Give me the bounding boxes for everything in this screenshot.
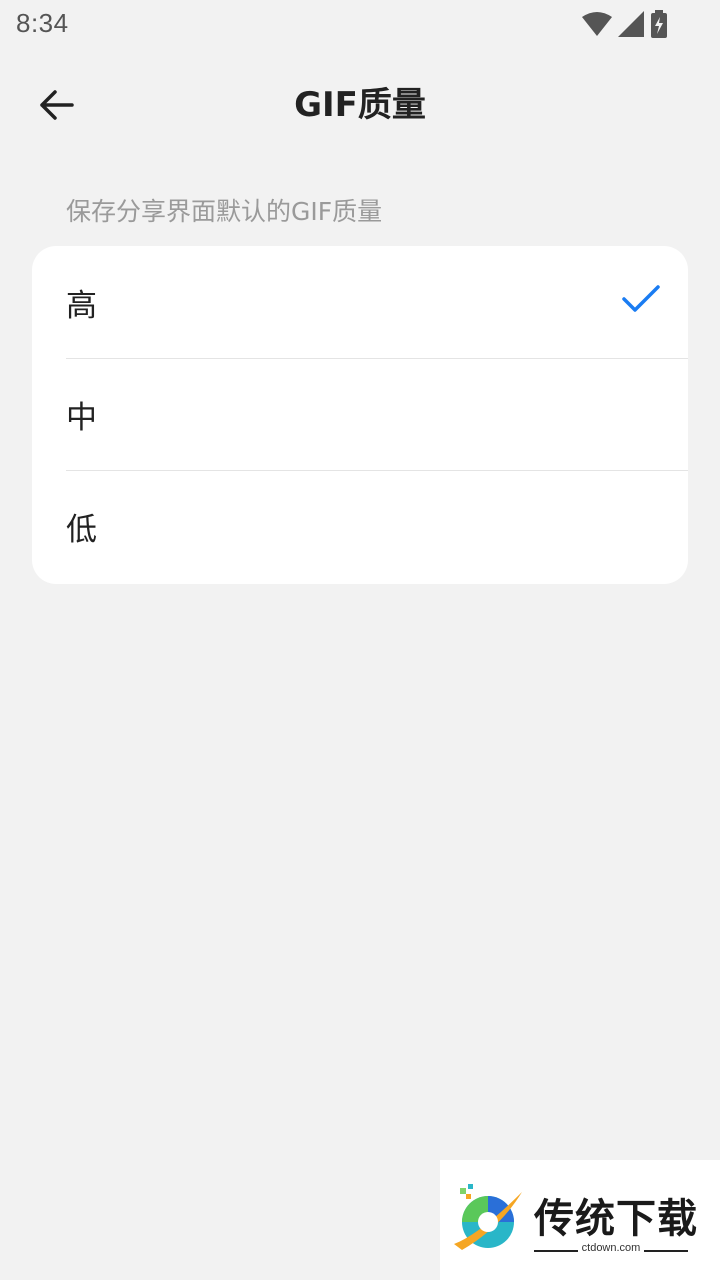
status-time: 8:34: [16, 8, 69, 38]
page-title: GIF质量: [294, 85, 426, 125]
status-bar: 8:34: [0, 0, 720, 50]
option-label: 中: [66, 399, 97, 436]
signal-icon: [618, 11, 644, 37]
option-label: 高: [66, 287, 97, 324]
check-icon: [622, 285, 660, 312]
watermark-title: 传统下载: [534, 1196, 698, 1242]
option-low[interactable]: 低: [32, 470, 688, 582]
wifi-icon: [582, 12, 612, 36]
battery-charging-icon: [651, 10, 667, 38]
section-description: 保存分享界面默认的GIF质量: [66, 197, 383, 226]
divider: [644, 1250, 688, 1252]
quality-options-list: 高 中 低: [32, 246, 688, 584]
status-icons: [582, 10, 668, 38]
option-high[interactable]: 高: [32, 246, 688, 358]
app-bar: GIF质量: [0, 60, 720, 150]
option-medium[interactable]: 中: [32, 358, 688, 470]
watermark: 传统下载 ctdown.com: [440, 1160, 720, 1280]
watermark-domain: ctdown.com: [581, 1242, 641, 1254]
option-label: 低: [66, 511, 97, 548]
ctdown-logo-icon: [454, 1184, 522, 1250]
